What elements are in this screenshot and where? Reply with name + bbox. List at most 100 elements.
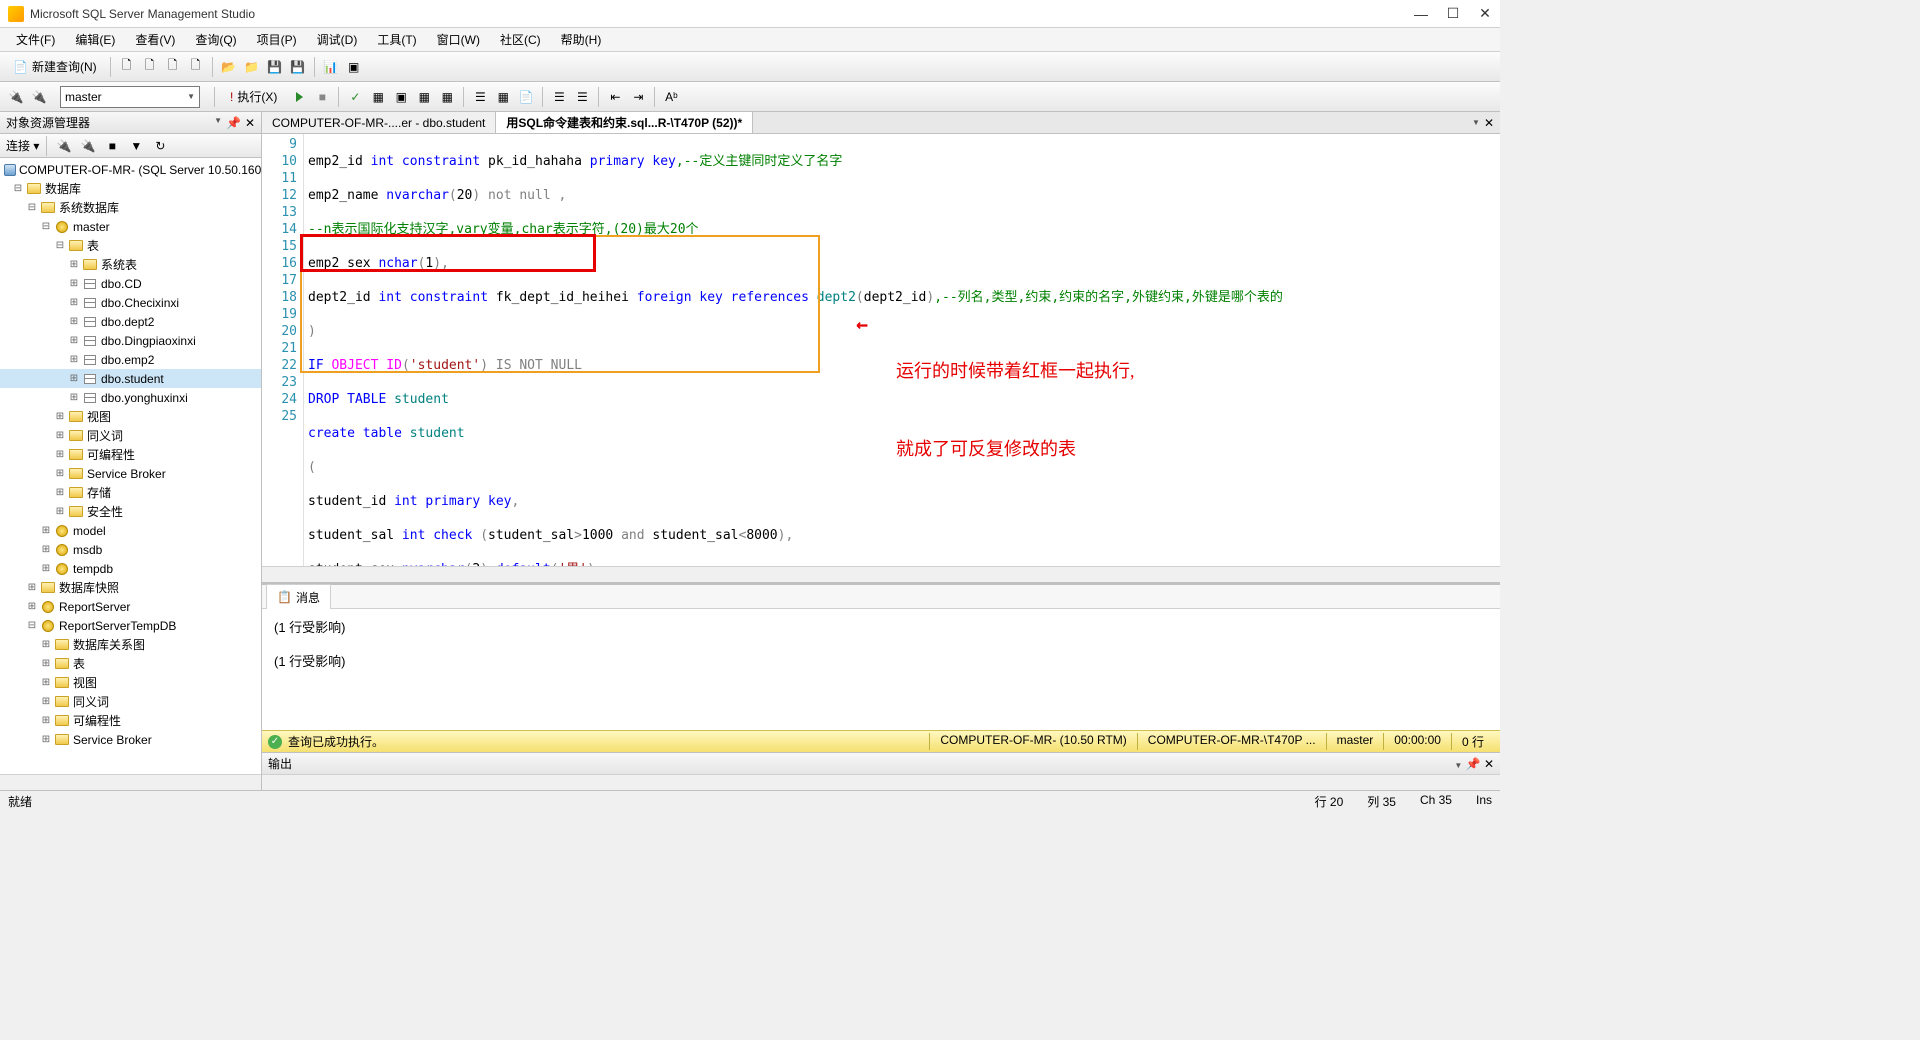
results-grid-button[interactable]: ▦ [493,87,513,107]
stop-connect-icon[interactable]: ■ [102,136,122,156]
decrease-indent-button[interactable]: ⇤ [605,87,625,107]
node-tempdb[interactable]: ⊞tempdb [0,559,261,578]
tbtn-3[interactable]: 🗋 [163,57,183,77]
output-hscroll[interactable] [262,774,1500,790]
node-systables[interactable]: ⊞系统表 [0,255,261,274]
node-views[interactable]: ⊞视图 [0,407,261,426]
close-icon[interactable]: ✕ [245,116,255,130]
close-button[interactable]: ✕ [1478,7,1492,21]
node-programmability[interactable]: ⊞可编程性 [0,445,261,464]
annotation-text: 运行的时候带着红框一起执行, 就成了可反复修改的表 [896,306,1135,514]
tree-hscroll[interactable] [0,774,261,790]
node-snapshot[interactable]: ⊞数据库快照 [0,578,261,597]
connect-icon[interactable]: 🔌 [54,136,74,156]
database-combobox[interactable]: master ▼ [60,86,200,108]
debug-button[interactable] [289,87,309,107]
save-all-button[interactable]: 💾 [288,57,308,77]
document-tabs: COMPUTER-OF-MR-....er - dbo.student 用SQL… [262,112,1500,134]
output-close-icon[interactable]: ✕ [1484,757,1494,771]
disconnect-icon[interactable]: 🔌 [78,136,98,156]
menu-tools[interactable]: 工具(T) [367,28,426,51]
output-pin-icon[interactable]: 📌 [1466,757,1481,771]
menu-project[interactable]: 项目(P) [247,28,307,51]
include-stats-button[interactable]: ▦ [437,87,457,107]
pin-icon[interactable]: 📌 [226,116,241,130]
stop-button[interactable]: ■ [312,87,332,107]
tab-dropdown-icon[interactable]: ▼ [1472,118,1480,127]
node-databases[interactable]: ⊟数据库 [0,179,261,198]
increase-indent-button[interactable]: ⇥ [628,87,648,107]
node-checixinxi[interactable]: ⊞dbo.Checixinxi [0,293,261,312]
tab-close-icon[interactable]: ✕ [1484,116,1494,130]
include-plan-button[interactable]: ▦ [414,87,434,107]
messages-tab[interactable]: 📋 消息 [266,584,331,610]
connect-button[interactable]: 连接 ▾ [6,137,39,154]
specify-values-button[interactable]: Aᵇ [661,87,681,107]
display-plan-button[interactable]: ▦ [368,87,388,107]
query-options-button[interactable]: ▣ [391,87,411,107]
minimize-button[interactable]: — [1414,7,1428,21]
results-file-button[interactable]: 📄 [516,87,536,107]
output-dropdown-icon[interactable]: ▼ [1454,761,1462,770]
menu-debug[interactable]: 调试(D) [307,28,368,51]
node-storage[interactable]: ⊞存储 [0,483,261,502]
new-query-button[interactable]: 📄 新建查询(N) [6,55,104,78]
node-programmability2[interactable]: ⊞可编程性 [0,711,261,730]
node-yonghu[interactable]: ⊞dbo.yonghuxinxi [0,388,261,407]
node-master[interactable]: ⊟master [0,217,261,236]
node-dingpiao[interactable]: ⊞dbo.Dingpiaoxinxi [0,331,261,350]
node-dbdiagrams[interactable]: ⊞数据库关系图 [0,635,261,654]
code-editor[interactable]: 910111213141516171819202122232425 emp2_i… [262,134,1500,566]
open-button[interactable]: 📂 [219,57,239,77]
execute-button[interactable]: ! 执行(X) [221,85,286,108]
menu-file[interactable]: 文件(F) [6,28,65,51]
dropdown-icon[interactable]: ▼ [214,116,222,130]
node-msdb[interactable]: ⊞msdb [0,540,261,559]
comment-button[interactable]: ☰ [549,87,569,107]
menu-community[interactable]: 社区(C) [490,28,551,51]
node-emp2[interactable]: ⊞dbo.emp2 [0,350,261,369]
menu-view[interactable]: 查看(V) [125,28,185,51]
maximize-button[interactable]: ☐ [1446,7,1460,21]
change-connection-button[interactable]: 🔌 [6,87,26,107]
open-project-button[interactable]: 📁 [242,57,262,77]
code-body[interactable]: emp2_id int constraint pk_id_hahaha prim… [304,134,1500,566]
node-dept2[interactable]: ⊞dbo.dept2 [0,312,261,331]
node-tables2[interactable]: ⊞表 [0,654,261,673]
parse-button[interactable]: ✓ [345,87,365,107]
object-tree[interactable]: COMPUTER-OF-MR- (SQL Server 10.50.160 ^ … [0,158,261,774]
node-sysdb[interactable]: ⊟系统数据库 [0,198,261,217]
node-views2[interactable]: ⊞视图 [0,673,261,692]
tab-0[interactable]: COMPUTER-OF-MR-....er - dbo.student [262,112,496,133]
menu-window[interactable]: 窗口(W) [427,28,490,51]
save-button[interactable]: 💾 [265,57,285,77]
menu-edit[interactable]: 编辑(E) [65,28,125,51]
available-db-icon[interactable]: 🔌 [29,87,49,107]
menu-help[interactable]: 帮助(H) [551,28,612,51]
registered-servers-icon[interactable]: ▣ [344,57,364,77]
messages-body[interactable]: (1 行受影响) (1 行受影响) [262,609,1500,730]
filter-icon[interactable]: ▼ [126,136,146,156]
node-servicebroker2[interactable]: ⊞Service Broker [0,730,261,749]
node-server[interactable]: COMPUTER-OF-MR- (SQL Server 10.50.160 ^ [0,160,261,179]
uncomment-button[interactable]: ☰ [572,87,592,107]
node-reportservertempdb[interactable]: ⊟ReportServerTempDB [0,616,261,635]
node-servicebroker[interactable]: ⊞Service Broker [0,464,261,483]
results-text-button[interactable]: ☰ [470,87,490,107]
node-reportserver[interactable]: ⊞ReportServer [0,597,261,616]
editor-hscroll[interactable] [262,566,1500,582]
tbtn-4[interactable]: 🗋 [186,57,206,77]
refresh-icon[interactable]: ↻ [150,136,170,156]
node-synonyms[interactable]: ⊞同义词 [0,426,261,445]
tbtn-2[interactable]: 🗋 [140,57,160,77]
node-student[interactable]: ⊞dbo.student [0,369,261,388]
tbtn-1[interactable]: 🗋 [117,57,137,77]
node-cd[interactable]: ⊞dbo.CD [0,274,261,293]
activity-monitor-button[interactable]: 📊 [321,57,341,77]
node-synonyms2[interactable]: ⊞同义词 [0,692,261,711]
node-model[interactable]: ⊞model [0,521,261,540]
menu-query[interactable]: 查询(Q) [185,28,246,51]
node-security[interactable]: ⊞安全性 [0,502,261,521]
node-tables[interactable]: ⊟表 [0,236,261,255]
tab-1[interactable]: 用SQL命令建表和约束.sql...R-\T470P (52))* [496,112,753,133]
